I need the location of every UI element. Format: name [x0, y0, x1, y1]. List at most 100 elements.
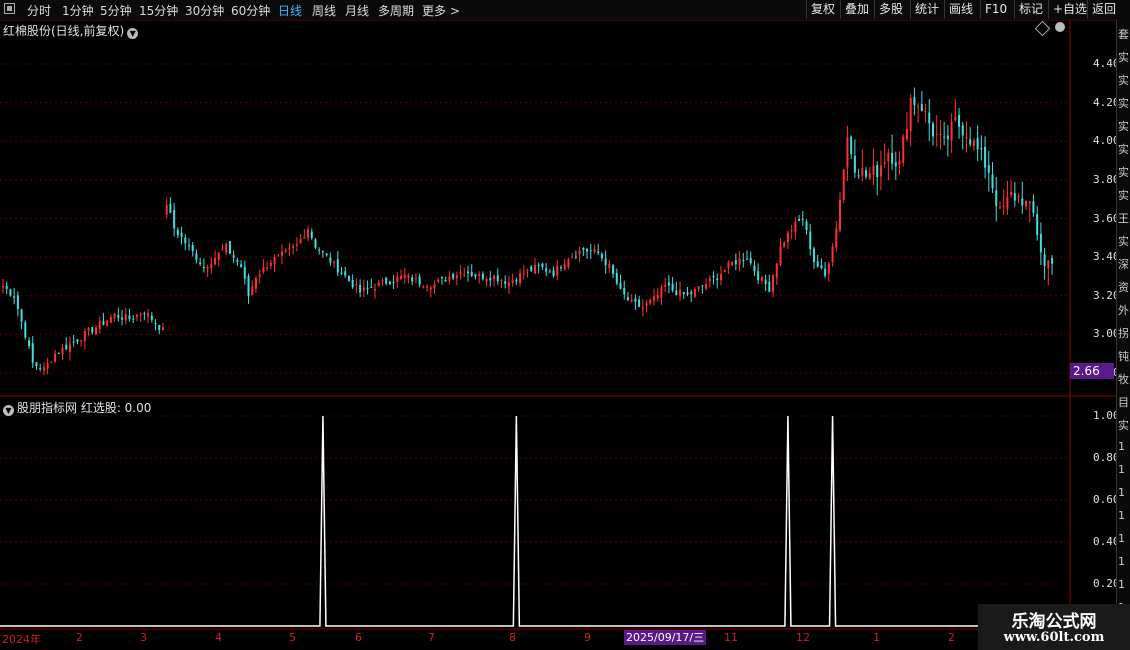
candle-body	[582, 248, 585, 250]
candle-body	[608, 263, 611, 269]
tab-period-7[interactable]: 周线	[312, 2, 336, 19]
candle-body	[35, 362, 38, 366]
toolbar-button-4[interactable]: 画线	[944, 0, 977, 19]
candle-body	[355, 284, 358, 286]
toolbar-button-5[interactable]: F10	[980, 0, 1011, 19]
toolbar-button-2[interactable]: 多股	[874, 0, 907, 19]
right-panel-char: 目	[1118, 396, 1129, 409]
candle-body	[496, 275, 499, 282]
candle-body	[481, 273, 484, 280]
time-axis-label: 7	[428, 631, 435, 644]
time-axis-label: 11	[724, 631, 738, 644]
candle-body	[411, 277, 414, 282]
candle-body	[705, 284, 708, 289]
toolbar-button-3[interactable]: 统计	[910, 0, 943, 19]
toolbar-button-7[interactable]: +自选	[1048, 0, 1091, 19]
right-panel-char: 套	[1118, 28, 1129, 41]
candle-body	[429, 287, 432, 290]
candle-body	[571, 256, 574, 258]
candle-body	[199, 262, 202, 265]
tab-period-4[interactable]: 30分钟	[185, 2, 224, 19]
right-panel-char: 拐	[1118, 327, 1129, 340]
tab-period-6[interactable]: 日线	[278, 2, 302, 19]
candle-body	[783, 243, 786, 248]
tab-period-2[interactable]: 5分钟	[100, 2, 132, 19]
toolbar-button-0[interactable]: 复权	[806, 0, 839, 19]
tab-period-8[interactable]: 月线	[345, 2, 369, 19]
tab-period-3[interactable]: 15分钟	[139, 2, 178, 19]
candle-body	[61, 347, 64, 355]
candle-body	[333, 261, 336, 263]
toolbar-button-1[interactable]: 叠加	[840, 0, 873, 19]
candle-body	[258, 274, 261, 277]
tab-period-9[interactable]: 多周期	[378, 2, 414, 19]
candle-body	[913, 97, 916, 106]
candle-body	[824, 268, 827, 276]
candle-body	[560, 267, 562, 269]
candle-body	[139, 314, 142, 316]
candle-body	[1002, 206, 1005, 208]
candle-body	[351, 279, 354, 288]
candle-body	[307, 229, 310, 238]
candle-body	[902, 136, 905, 163]
candle-body	[396, 276, 399, 283]
candle-body	[154, 322, 157, 324]
watermark: 乐淘公式网 www.60lt.com	[978, 604, 1130, 650]
candle-body	[310, 231, 313, 238]
candle-body	[195, 253, 198, 260]
tab-period-0[interactable]: 分时	[27, 2, 51, 19]
candle-body	[556, 265, 559, 276]
time-axis-label: 5	[289, 631, 296, 644]
candle-body	[135, 314, 138, 317]
candle-body	[649, 299, 652, 304]
candle-body	[46, 362, 49, 369]
right-panel-char: 1	[1118, 532, 1125, 545]
right-panel-char: 1	[1118, 440, 1125, 453]
candle-body	[221, 249, 224, 251]
candle-body	[530, 266, 533, 271]
candle-body	[455, 275, 458, 279]
tab-period-5[interactable]: 60分钟	[231, 2, 270, 19]
candle-body	[467, 271, 469, 274]
tab-period-1[interactable]: 1分钟	[62, 2, 94, 19]
candle-body	[444, 280, 447, 282]
candle-body	[716, 278, 719, 280]
candle-body	[392, 281, 395, 283]
candle-body	[109, 317, 112, 323]
candle-body	[1036, 214, 1039, 235]
candle-body	[314, 239, 317, 248]
candle-body	[626, 297, 629, 300]
candle-body	[574, 256, 577, 258]
right-panel-char: 1	[1118, 486, 1125, 499]
candle-body	[414, 278, 417, 280]
candle-body	[377, 282, 380, 287]
candle-body	[597, 251, 600, 254]
candle-body	[723, 269, 726, 273]
candle-body	[768, 281, 771, 292]
right-info-panel[interactable]: 套实实实实实实实王实深资外拐钝牧目实11111111	[1116, 20, 1130, 630]
candle-body	[470, 272, 473, 276]
candle-body	[619, 282, 622, 289]
candle-body	[1028, 201, 1031, 204]
candle-body	[879, 165, 882, 177]
candle-body	[950, 121, 953, 141]
tab-period-10[interactable]: 更多 >	[422, 2, 460, 19]
candle-body	[738, 258, 741, 266]
candle-body	[54, 353, 57, 363]
toolbar-button-6[interactable]: 标记	[1014, 0, 1047, 19]
candle-body	[548, 271, 551, 273]
toolbar-button-8[interactable]: 返回	[1087, 0, 1120, 19]
candle-body	[232, 255, 235, 258]
candle-body	[835, 228, 838, 248]
candle-body	[760, 276, 763, 281]
candle-body	[541, 263, 544, 268]
candle-body	[533, 264, 536, 274]
indicator-menu-icon[interactable]: ▼	[3, 405, 14, 416]
candle-body	[757, 271, 760, 281]
candle-body	[121, 317, 124, 320]
candle-body	[924, 110, 927, 112]
candle-body	[478, 274, 481, 277]
layout-icon[interactable]	[4, 3, 15, 14]
candle-body	[240, 264, 243, 268]
chart-canvas[interactable]	[0, 20, 1116, 650]
